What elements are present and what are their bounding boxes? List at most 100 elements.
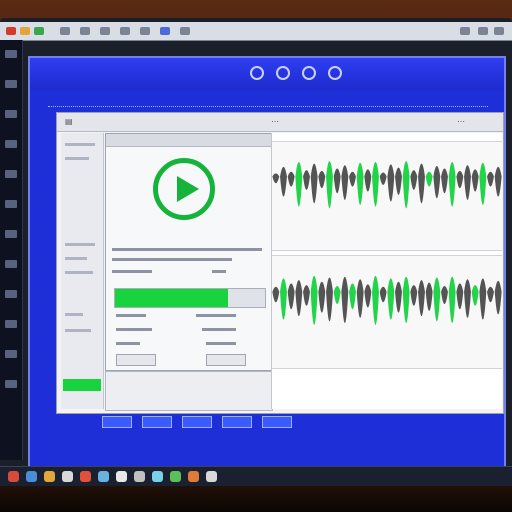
waveform-peak-highlight (402, 276, 410, 324)
dock-item-icon[interactable] (5, 110, 17, 118)
tracks-side-panel (61, 133, 104, 409)
dock-item-icon[interactable] (5, 350, 17, 358)
waveform-peak-highlight (372, 275, 379, 325)
dock-item-icon[interactable] (5, 380, 17, 388)
menu-icon[interactable] (160, 27, 170, 35)
mail-icon[interactable] (44, 471, 55, 482)
waveform-peak (341, 276, 349, 324)
menu-icon[interactable] (120, 27, 130, 35)
control-button[interactable] (262, 416, 292, 428)
store-icon[interactable] (206, 471, 217, 482)
toolbar-item[interactable]: ▤ (65, 117, 73, 126)
waveform-peak (418, 280, 425, 317)
desk-surface (0, 486, 512, 512)
toolbar-item[interactable]: ⋯ (457, 117, 465, 126)
notes-icon[interactable] (116, 471, 127, 482)
waveform-peak-highlight (425, 171, 433, 187)
dialog-text-line (196, 314, 236, 317)
waveform-peak (487, 286, 494, 303)
waveform-peak (456, 283, 464, 310)
dock-item-icon[interactable] (5, 260, 17, 268)
dock-item-icon[interactable] (5, 50, 17, 58)
folder-icon[interactable] (152, 471, 163, 482)
calendar-icon[interactable] (98, 471, 109, 482)
control-button[interactable] (142, 416, 172, 428)
minimize-window-icon[interactable] (20, 27, 30, 35)
waveform-peak (349, 171, 356, 187)
terminal-icon[interactable] (170, 471, 181, 482)
menu-icon[interactable] (140, 27, 150, 35)
waveform-peak (280, 166, 287, 197)
waveform-peak (318, 170, 326, 189)
export-icon[interactable] (328, 66, 342, 80)
zoom-window-icon[interactable] (34, 27, 44, 35)
waveform-peak (464, 165, 471, 200)
waveform-peak (425, 282, 433, 311)
waveform-peak (379, 286, 387, 303)
waveform-peak (364, 284, 372, 308)
playback-dialog (105, 133, 273, 371)
record-icon[interactable] (250, 66, 264, 80)
browser-icon[interactable] (26, 471, 37, 482)
waveform-peak (494, 280, 502, 315)
dock-item-icon[interactable] (5, 200, 17, 208)
control-button[interactable] (182, 416, 212, 428)
waveform-peak (494, 166, 502, 197)
status-icon[interactable] (478, 27, 488, 35)
settings-icon[interactable] (302, 66, 316, 80)
dialog-button[interactable] (206, 354, 246, 366)
waveform-peak (303, 285, 310, 306)
side-panel-row[interactable] (65, 143, 95, 146)
menu-icon[interactable] (100, 27, 110, 35)
control-button[interactable] (222, 416, 252, 428)
waveform-peak-highlight (479, 162, 487, 206)
waveform-peak (479, 278, 487, 320)
waveform-peak (318, 281, 326, 313)
editor-toolbar: ▤ ⋯ ⋯ (57, 113, 503, 132)
side-panel-row[interactable] (65, 157, 89, 160)
dock-item-icon[interactable] (5, 140, 17, 148)
side-panel-row[interactable] (65, 271, 93, 274)
dock-item-icon[interactable] (5, 230, 17, 238)
toolbar-item[interactable]: ⋯ (271, 117, 279, 126)
waveform-peak (287, 283, 295, 310)
loop-icon[interactable] (276, 66, 290, 80)
status-icon[interactable] (460, 27, 470, 35)
dialog-button[interactable] (116, 354, 156, 366)
control-button[interactable] (102, 416, 132, 428)
dock-item-icon[interactable] (5, 170, 17, 178)
waveform-1[interactable] (272, 142, 502, 250)
dock-item-icon[interactable] (5, 290, 17, 298)
waveform-peak (395, 281, 402, 313)
close-window-icon[interactable] (6, 27, 16, 35)
waveform-peak (464, 279, 471, 318)
progress-fill (115, 289, 228, 307)
chat-icon[interactable] (188, 471, 199, 482)
dialog-titlebar (106, 134, 272, 147)
dock-item-icon[interactable] (5, 320, 17, 328)
dialog-text-line (112, 248, 262, 251)
photos-icon[interactable] (80, 471, 91, 482)
music-icon[interactable] (62, 471, 73, 482)
side-panel-row[interactable] (65, 257, 87, 260)
track-status-indicator (63, 379, 101, 391)
side-panel-row[interactable] (65, 243, 95, 246)
side-panel-row[interactable] (65, 329, 91, 332)
play-circle-icon[interactable] (153, 158, 215, 220)
waveform-peak-highlight (387, 278, 395, 320)
dialog-text-line (116, 314, 146, 317)
audio-track-1[interactable] (272, 141, 502, 251)
app-subtitle-bar (48, 96, 488, 107)
settings-icon[interactable] (134, 471, 145, 482)
audio-track-2[interactable] (272, 255, 502, 369)
status-icon[interactable] (494, 27, 504, 35)
menu-icon[interactable] (80, 27, 90, 35)
waveform-peak (295, 280, 303, 317)
menu-icon[interactable] (180, 27, 190, 35)
dock-item-icon[interactable] (5, 80, 17, 88)
waveform-peak (441, 285, 448, 304)
menu-icon[interactable] (60, 27, 70, 35)
finder-icon[interactable] (8, 471, 19, 482)
side-panel-row[interactable] (65, 313, 83, 316)
waveform-2[interactable] (272, 256, 502, 368)
